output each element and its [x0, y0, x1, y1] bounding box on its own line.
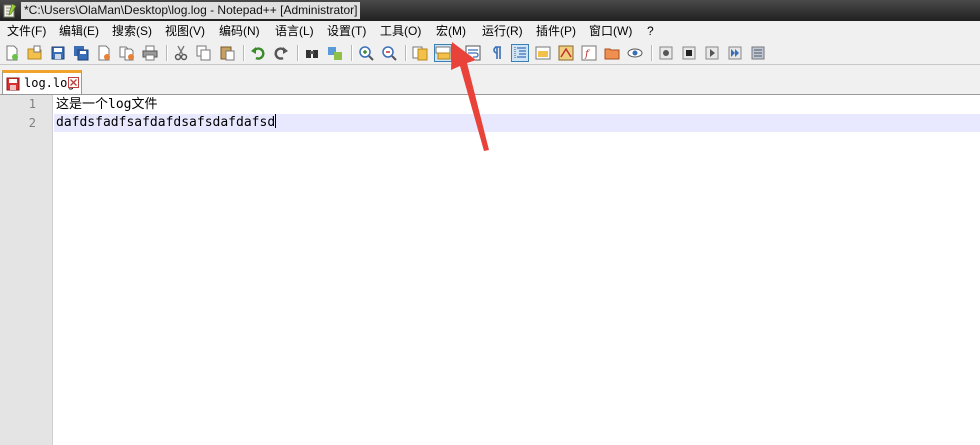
indent-guide-icon[interactable] [511, 44, 529, 62]
user-language-icon[interactable] [534, 44, 552, 62]
play-macro-icon[interactable] [703, 44, 721, 62]
tab-log-log[interactable]: log.log [2, 70, 82, 94]
save-icon[interactable] [49, 44, 67, 62]
code-line[interactable]: dafdsfadfsafdafdsafsdafdafsd [56, 113, 277, 132]
tab-label: log.log [24, 76, 75, 90]
new-file-icon[interactable] [3, 44, 21, 62]
toolbar-separator [243, 45, 245, 61]
run-macro-multiple-icon[interactable] [726, 44, 744, 62]
close-all-icon[interactable] [118, 44, 136, 62]
find-icon[interactable] [303, 44, 321, 62]
undo-icon[interactable] [249, 44, 267, 62]
menu-edit[interactable]: 编辑(E) [59, 21, 99, 42]
menu-file[interactable]: 文件(F) [7, 21, 46, 42]
menu-run[interactable]: 运行(R) [482, 21, 523, 42]
notepad-plus-plus-icon [3, 3, 17, 18]
function-list-icon[interactable]: f [580, 44, 598, 62]
save-macro-icon[interactable] [749, 44, 767, 62]
toolbar: f [0, 42, 980, 65]
monitoring-icon[interactable] [626, 44, 644, 62]
menu-macro[interactable]: 宏(M) [436, 21, 466, 42]
menu-window[interactable]: 窗口(W) [589, 21, 632, 42]
zoom-in-icon[interactable] [357, 44, 375, 62]
title-bar: *C:\Users\OlaMan\Desktop\log.log - Notep… [0, 0, 980, 21]
cut-icon[interactable] [172, 44, 190, 62]
record-macro-icon[interactable] [657, 44, 675, 62]
tab-strip: log.log [0, 65, 980, 95]
replace-icon[interactable] [326, 44, 344, 62]
close-icon[interactable] [95, 44, 113, 62]
document-map-icon[interactable] [557, 44, 575, 62]
word-wrap-icon[interactable] [464, 44, 482, 62]
stop-recording-icon[interactable] [680, 44, 698, 62]
line-number-gutter: 1 2 [0, 95, 53, 445]
redo-icon[interactable] [272, 44, 290, 62]
code-line-text: 这是一个log文件 [56, 97, 158, 112]
sync-horizontal-icon[interactable] [434, 44, 452, 62]
menu-help[interactable]: ? [647, 21, 654, 42]
code-line[interactable]: 这是一个log文件 [56, 95, 157, 114]
menu-search[interactable]: 搜索(S) [112, 21, 152, 42]
editor-area[interactable]: 1 2 这是一个log文件 dafdsfadfsafdafdsafsdafdaf… [0, 95, 980, 445]
line-number: 1 [28, 97, 36, 111]
open-file-icon[interactable] [26, 44, 44, 62]
menu-tools[interactable]: 工具(O) [380, 21, 421, 42]
code-line-text: dafdsfadfsafdafdsafsdafdafsd [56, 115, 276, 130]
menu-plugins[interactable]: 插件(P) [536, 21, 576, 42]
menu-language[interactable]: 语言(L) [275, 21, 314, 42]
copy-icon[interactable] [195, 44, 213, 62]
print-icon[interactable] [141, 44, 159, 62]
menu-bar: 文件(F) 编辑(E) 搜索(S) 视图(V) 编码(N) 语言(L) 设置(T… [0, 21, 980, 42]
toolbar-separator [166, 45, 168, 61]
unsaved-file-icon [6, 77, 20, 91]
tab-close-icon[interactable] [68, 77, 79, 88]
folder-workspace-icon[interactable] [603, 44, 621, 62]
toolbar-separator [405, 45, 407, 61]
sync-vertical-icon[interactable] [411, 44, 429, 62]
text-caret [275, 114, 277, 128]
toolbar-separator [351, 45, 353, 61]
menu-encoding[interactable]: 编码(N) [219, 21, 260, 42]
toolbar-separator [651, 45, 653, 61]
menu-settings[interactable]: 设置(T) [327, 21, 366, 42]
menu-view[interactable]: 视图(V) [165, 21, 205, 42]
line-number: 2 [28, 116, 36, 130]
toolbar-separator [297, 45, 299, 61]
zoom-out-icon[interactable] [380, 44, 398, 62]
save-all-icon[interactable] [72, 44, 90, 62]
window-title: *C:\Users\OlaMan\Desktop\log.log - Notep… [21, 2, 361, 19]
show-all-chars-icon[interactable] [487, 44, 505, 62]
paste-icon[interactable] [218, 44, 236, 62]
